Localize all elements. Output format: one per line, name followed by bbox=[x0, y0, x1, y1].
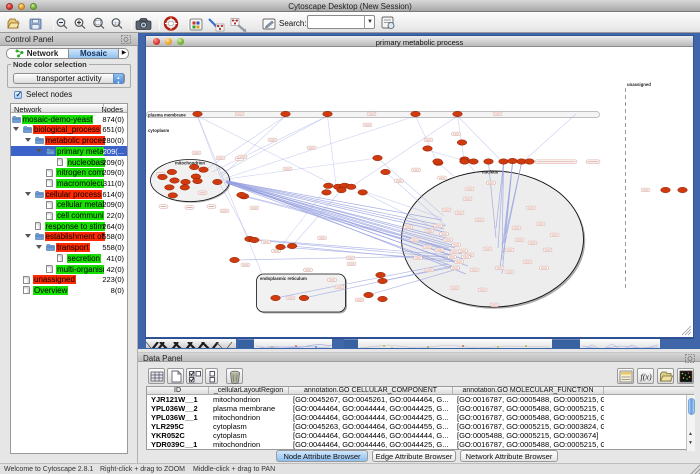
svg-text:unassigned: unassigned bbox=[627, 82, 651, 87]
svg-text:nucleus: nucleus bbox=[482, 170, 499, 175]
svg-text:endoplasmic reticulum: endoplasmic reticulum bbox=[260, 276, 307, 281]
svg-text:plasma membrane: plasma membrane bbox=[148, 112, 186, 117]
svg-text:f(x): f(x) bbox=[641, 373, 652, 382]
svg-text:mitochondrion: mitochondrion bbox=[175, 161, 205, 166]
svg-text:1:1: 1:1 bbox=[114, 21, 120, 26]
svg-text:cytoplasm: cytoplasm bbox=[148, 128, 169, 133]
